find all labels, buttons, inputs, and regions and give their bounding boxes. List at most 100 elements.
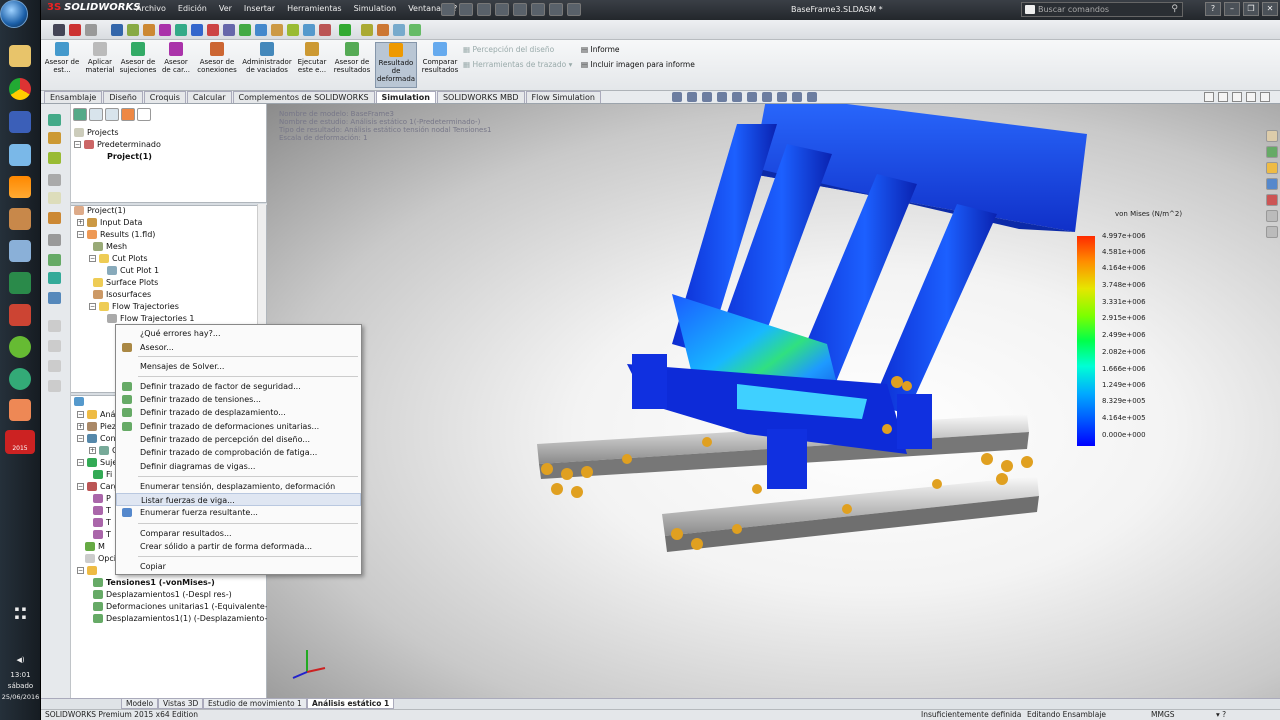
tool-icon[interactable] <box>127 24 139 36</box>
menu-item-crear-solido[interactable]: Crear sólido a partir de forma deformada… <box>116 540 361 553</box>
menu-item-listar-fuerzas-viga[interactable]: Listar fuerzas de viga... <box>116 493 361 506</box>
minimize-button[interactable]: – <box>1224 2 1240 16</box>
tool-icon[interactable] <box>319 24 331 36</box>
doc-tile-button[interactable] <box>1204 92 1214 102</box>
support-foot[interactable] <box>767 429 807 489</box>
tree-node-carga-t1[interactable]: T <box>93 506 111 515</box>
menu-item-copiar[interactable]: Copiar <box>116 560 361 573</box>
menu-item-diagramas-vigas[interactable]: Definir diagramas de vigas... <box>116 460 361 473</box>
tab-mbd[interactable]: SOLIDWORKS MBD <box>436 91 525 103</box>
section-view-icon[interactable] <box>717 92 727 102</box>
plot-tools-button[interactable]: ▦ Herramientas de trazado ▾ <box>463 60 572 69</box>
tab-croquis[interactable]: Croquis <box>143 91 186 103</box>
restore-button[interactable]: ❐ <box>1243 2 1259 16</box>
collapse-icon[interactable]: − <box>74 141 81 148</box>
tool-icon[interactable] <box>271 24 283 36</box>
tree-node-opciones[interactable]: Opci <box>85 554 116 563</box>
menu-item-tensiones[interactable]: Definir trazado de tensiones... <box>116 393 361 406</box>
doc-minimize-button[interactable] <box>1232 92 1242 102</box>
camtasia-icon[interactable] <box>9 368 31 390</box>
tab-complementos[interactable]: Complementos de SOLIDWORKS <box>232 91 375 103</box>
office-icon[interactable] <box>9 399 31 421</box>
tab-ensamblaje[interactable]: Ensamblaje <box>44 91 103 103</box>
tree-node-carga-p[interactable]: P <box>93 494 111 503</box>
tree-node-conexion-item[interactable]: +C <box>89 446 118 455</box>
tree-node-surface-plots[interactable]: Surface Plots <box>93 278 158 287</box>
close-button[interactable]: ✕ <box>1262 2 1278 16</box>
compare-results-button[interactable]: Comparar resultados <box>420 42 460 88</box>
tool-icon[interactable] <box>191 24 203 36</box>
design-library-icon[interactable] <box>1266 146 1278 158</box>
tree-node-carga-t2[interactable]: T <box>93 518 111 527</box>
tool-icon[interactable] <box>48 272 61 284</box>
calculator-icon[interactable] <box>9 240 31 262</box>
study-advisor-button[interactable]: Asesor de est... <box>44 42 80 88</box>
tool-icon[interactable] <box>69 24 81 36</box>
vlc-icon[interactable] <box>9 176 31 198</box>
tool-icon[interactable] <box>207 24 219 36</box>
tray-icons[interactable]: ▪ ▪ ▪ ▪ <box>0 605 41 621</box>
clock-time[interactable]: 13:01 <box>0 671 41 679</box>
scene-icon[interactable] <box>792 92 802 102</box>
tool-icon[interactable] <box>377 24 389 36</box>
custom-properties-icon[interactable] <box>1266 210 1278 222</box>
appearance-icon[interactable] <box>777 92 787 102</box>
flow-analysis-tab[interactable] <box>121 108 135 121</box>
status-icon[interactable]: ▾ ? <box>1216 710 1226 720</box>
search-commands-field[interactable]: Buscar comandos ⚲ <box>1021 2 1183 17</box>
tree-node-malla[interactable]: M <box>85 542 105 551</box>
excel-icon[interactable] <box>9 272 31 294</box>
word-icon[interactable] <box>9 111 31 133</box>
undo-icon[interactable] <box>513 3 527 16</box>
tree-node-deformaciones1[interactable]: Deformaciones unitarias1 (-Equivalente-) <box>93 602 271 611</box>
display-style-icon[interactable] <box>747 92 757 102</box>
tool-icon[interactable] <box>48 320 61 332</box>
apply-material-button[interactable]: Aplicar material <box>83 42 117 88</box>
view-palette-icon[interactable] <box>1266 178 1278 190</box>
tool-icon[interactable] <box>48 152 61 164</box>
design-insight-button[interactable]: ▦ Percepción del diseño <box>463 45 554 54</box>
tree-node-project-root[interactable]: Project(1) <box>74 206 126 215</box>
expand-icon[interactable]: + <box>77 219 84 226</box>
tool-icon[interactable] <box>111 24 123 36</box>
results-advisor-button[interactable]: Asesor de resultados <box>331 42 373 88</box>
menu-item-enumerar-tension[interactable]: Enumerar tensión, desplazamiento, deform… <box>116 480 361 504</box>
tool-icon[interactable] <box>223 24 235 36</box>
report-button[interactable]: ▤ Informe <box>581 45 620 54</box>
view-orientation-icon[interactable] <box>732 92 742 102</box>
menu-item-errores[interactable]: ¿Qué errores hay?... <box>116 327 361 340</box>
menu-ver[interactable]: Ver <box>219 4 232 13</box>
tool-icon[interactable] <box>255 24 267 36</box>
chrome-icon[interactable] <box>9 78 31 100</box>
resources-icon[interactable] <box>1266 130 1278 142</box>
collapse-icon[interactable]: − <box>89 303 96 310</box>
units-selector[interactable]: MMGS <box>1151 710 1175 720</box>
tab-estudio-movimiento[interactable]: Estudio de movimiento 1 <box>203 699 307 709</box>
run-study-button[interactable]: Ejecutar este e... <box>296 42 328 88</box>
menu-item-factor-seguridad[interactable]: Definir trazado de factor de seguridad..… <box>116 380 361 393</box>
menu-herramientas[interactable]: Herramientas <box>287 4 342 13</box>
previous-view-icon[interactable] <box>702 92 712 102</box>
tool-icon[interactable] <box>53 24 65 36</box>
tool-icon[interactable] <box>48 132 61 144</box>
propertymanager-tab[interactable] <box>89 108 103 121</box>
forum-icon[interactable] <box>1266 226 1278 238</box>
graphics-area[interactable]: Nombre de modelo: BaseFrame3 Nombre de e… <box>267 92 1280 698</box>
tree-node-projects[interactable]: Projects <box>74 128 119 137</box>
support-foot[interactable] <box>897 394 932 449</box>
configmanager-tab[interactable] <box>105 108 119 121</box>
tool-icon[interactable] <box>287 24 299 36</box>
collapse-icon[interactable]: − <box>77 231 84 238</box>
search-icon[interactable]: ⚲ <box>1171 4 1178 14</box>
tab-vistas-3d[interactable]: Vistas 3D <box>158 699 204 709</box>
ccleaner-icon[interactable] <box>9 304 31 326</box>
help-icon[interactable]: ? <box>1205 2 1221 16</box>
app-icon[interactable] <box>9 144 31 166</box>
menu-item-fuerza-resultante[interactable]: Enumerar fuerza resultante... <box>116 506 361 519</box>
menu-item-solver[interactable]: Mensajes de Solver... <box>116 360 361 373</box>
simulation-tab[interactable] <box>137 108 151 121</box>
tree-node-mesh[interactable]: Mesh <box>93 242 127 251</box>
tree-node-predeterminado[interactable]: − Predeterminado <box>74 140 161 149</box>
tree-node-flow-trajectories-1[interactable]: Flow Trajectories 1 <box>107 314 195 323</box>
tree-node-conexiones[interactable]: − Cone <box>77 434 120 443</box>
